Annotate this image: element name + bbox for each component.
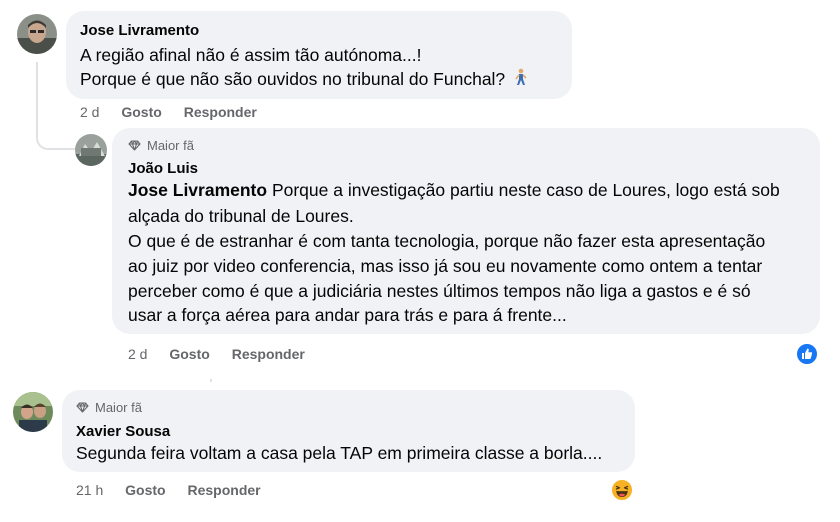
reply-button[interactable]: Responder bbox=[184, 104, 257, 120]
like-button[interactable]: Gosto bbox=[121, 104, 161, 120]
comment-text-line: alçada do tribunal de Loures. bbox=[128, 206, 354, 226]
like-reaction-icon[interactable] bbox=[796, 343, 818, 365]
comment-actions: 21 h Gosto Responder bbox=[76, 482, 261, 498]
comment-text-line: Segunda feira voltam a casa pela TAP em … bbox=[76, 443, 603, 463]
haha-reaction-icon[interactable] bbox=[611, 479, 633, 501]
diamond-icon bbox=[76, 402, 89, 413]
avatar[interactable] bbox=[17, 14, 57, 54]
comment-text-line: usar a força aérea para andar para trás … bbox=[128, 305, 567, 325]
comment-time[interactable]: 2 d bbox=[128, 346, 147, 362]
comment-time[interactable]: 2 d bbox=[80, 104, 99, 120]
reply-button[interactable]: Responder bbox=[232, 346, 305, 362]
comment-actions: 2 d Gosto Responder bbox=[80, 104, 257, 120]
comment-text: Porque a investigação partiu neste caso … bbox=[267, 180, 780, 200]
comment-time[interactable]: 21 h bbox=[76, 482, 103, 498]
comment-author[interactable]: João Luis bbox=[128, 160, 198, 177]
walking-person-emoji-icon bbox=[514, 68, 528, 93]
comment-text: Porque é que não são ouvidos no tribunal… bbox=[80, 69, 506, 89]
comment-actions: 2 d Gosto Responder bbox=[128, 346, 305, 362]
divider bbox=[210, 379, 212, 382]
comment-text-line: O que é de estranhar é com tanta tecnolo… bbox=[128, 231, 766, 251]
avatar[interactable] bbox=[13, 392, 53, 432]
comment-author[interactable]: Xavier Sousa bbox=[76, 423, 170, 440]
avatar[interactable] bbox=[75, 134, 107, 166]
comment-text-line: Jose Livramento Porque a investigação pa… bbox=[128, 178, 780, 203]
top-fan-badge: Maior fã bbox=[76, 400, 142, 415]
mention-link[interactable]: Jose Livramento bbox=[128, 180, 267, 200]
badge-label: Maior fã bbox=[147, 138, 194, 153]
diamond-icon bbox=[128, 140, 141, 151]
like-button[interactable]: Gosto bbox=[125, 482, 165, 498]
top-fan-badge: Maior fã bbox=[128, 138, 194, 153]
badge-label: Maior fã bbox=[95, 400, 142, 415]
comment-text-line: Porque é que não são ouvidos no tribunal… bbox=[80, 67, 528, 93]
like-button[interactable]: Gosto bbox=[169, 346, 209, 362]
comment-text-line: A região afinal não é assim tão autónoma… bbox=[80, 45, 422, 65]
comment-author[interactable]: Jose Livramento bbox=[80, 22, 199, 39]
comment-text-line: ao juiz por video conferencia, mas isso … bbox=[128, 256, 763, 276]
comment-text-line: perceber como é que a judiciária nestes … bbox=[128, 281, 751, 301]
reply-button[interactable]: Responder bbox=[187, 482, 260, 498]
